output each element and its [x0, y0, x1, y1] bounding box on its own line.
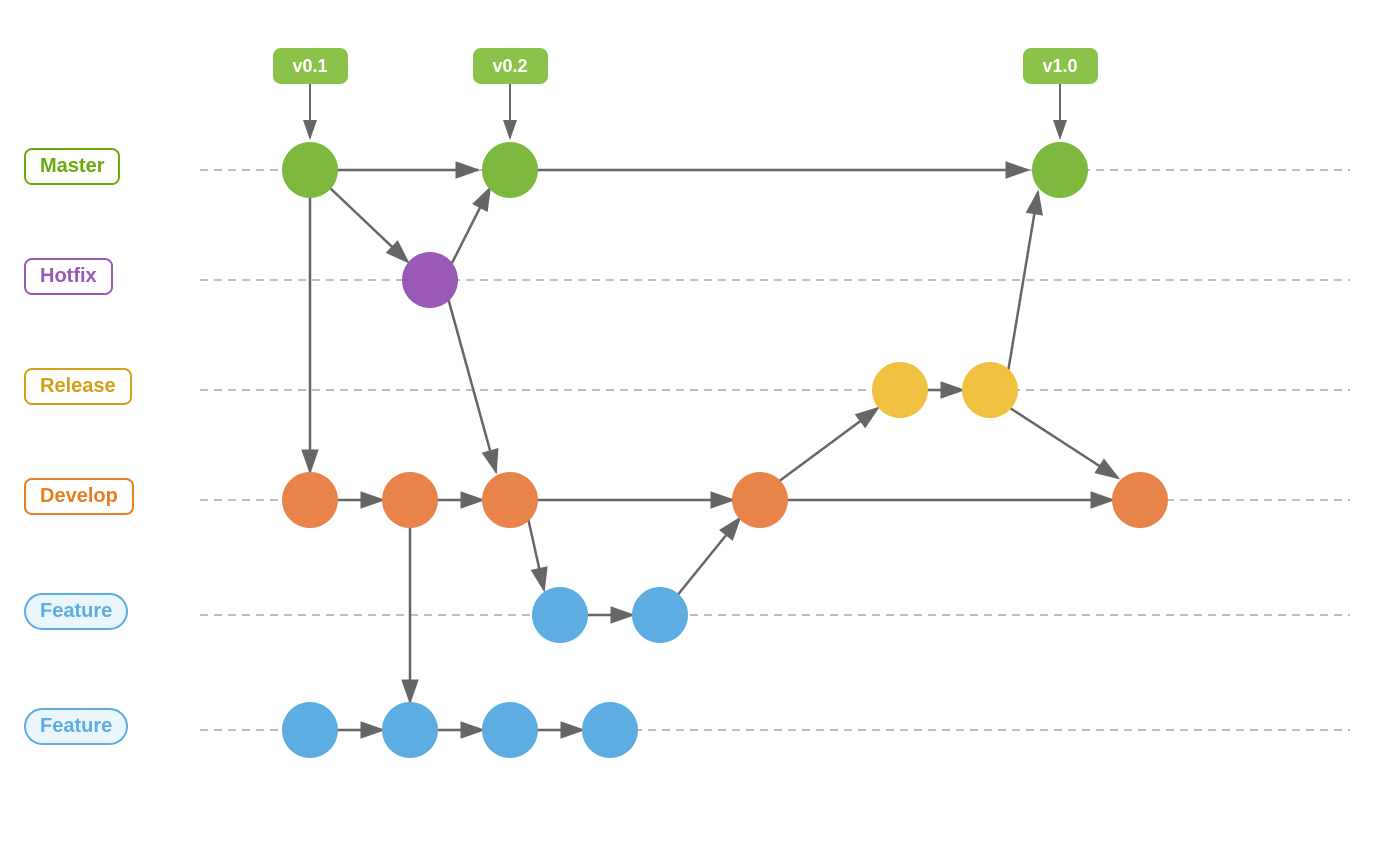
feature1-node-2	[632, 587, 688, 643]
develop-node-5	[1112, 472, 1168, 528]
develop-node-1	[282, 472, 338, 528]
feature1-label: Feature	[24, 593, 128, 630]
release-label: Release	[24, 368, 132, 405]
feature2-label: Feature	[24, 708, 128, 745]
release-label-container: Release	[24, 368, 154, 412]
feature1-node-1	[532, 587, 588, 643]
develop-node-2	[382, 472, 438, 528]
h1-to-d3	[448, 298, 496, 472]
release-node-1	[872, 362, 928, 418]
feature2-node-2	[382, 702, 438, 758]
master-node-3	[1032, 142, 1088, 198]
v10-tag-label: v1.0	[1042, 56, 1077, 76]
v01-tag-label: v0.1	[292, 56, 327, 76]
hotfix-label-container: Hotfix	[24, 258, 154, 302]
feature1-label-container: Feature	[24, 593, 154, 637]
feature2-label-container: Feature	[24, 708, 154, 752]
f1b-to-d4	[676, 518, 740, 597]
develop-label: Develop	[24, 478, 134, 515]
feature2-node-3	[482, 702, 538, 758]
feature2-node-4	[582, 702, 638, 758]
master-label-container: Master	[24, 148, 154, 192]
release-node-2	[962, 362, 1018, 418]
master-node-2	[482, 142, 538, 198]
develop-label-container: Develop	[24, 478, 164, 522]
master-node-1	[282, 142, 338, 198]
hotfix-node-1	[402, 252, 458, 308]
develop-node-3	[482, 472, 538, 528]
diagram-container: v0.1 v0.2 v1.0	[0, 0, 1400, 860]
develop-node-4	[732, 472, 788, 528]
hotfix-label: Hotfix	[24, 258, 113, 295]
h1-to-m2	[452, 188, 490, 263]
d4-to-r1	[778, 408, 878, 482]
v02-tag-label: v0.2	[492, 56, 527, 76]
r2-to-m3	[1008, 192, 1038, 372]
d3-to-f1a	[528, 518, 544, 590]
feature2-node-1	[282, 702, 338, 758]
master-label: Master	[24, 148, 120, 185]
r2-to-d5	[1010, 408, 1118, 478]
m1-to-h1	[330, 188, 408, 262]
